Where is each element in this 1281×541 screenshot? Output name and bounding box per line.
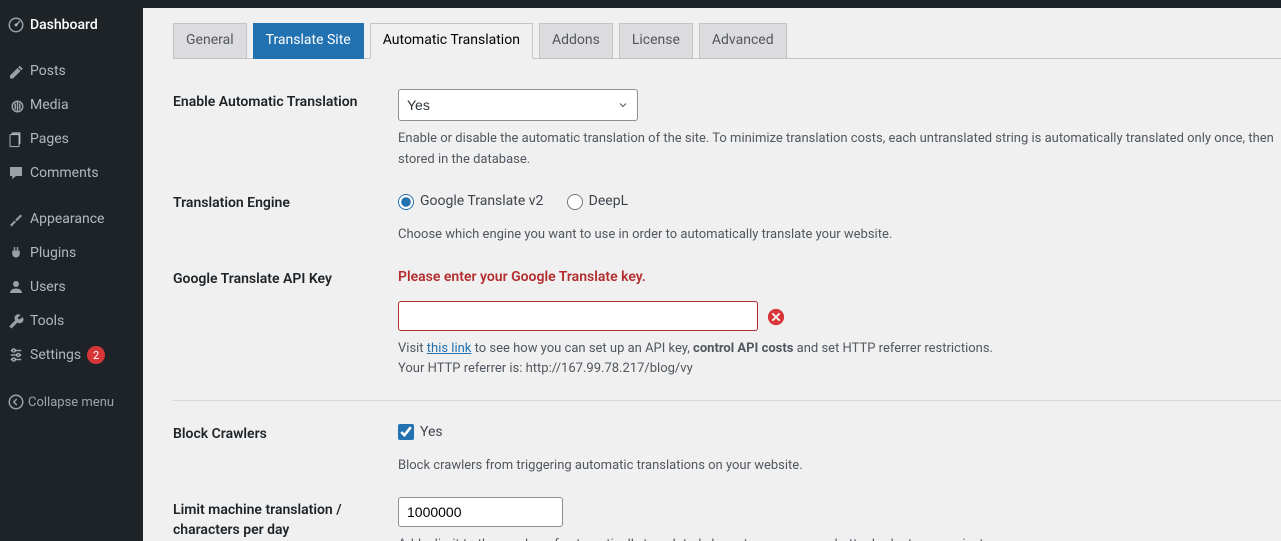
admin-sidebar: Dashboard Posts Media Pages Comments App… — [0, 8, 143, 541]
enable-desc: Enable or disable the automatic translat… — [398, 129, 1281, 171]
apikey-hint-link[interactable]: this link — [427, 341, 472, 356]
apikey-referrer: Your HTTP referrer is: http://167.99.78.… — [398, 361, 693, 376]
tab-automatic-translation[interactable]: Automatic Translation — [370, 23, 533, 59]
pages-icon — [4, 129, 28, 149]
tab-general[interactable]: General — [173, 23, 247, 59]
apikey-hint: Visit this link to see how you can set u… — [398, 339, 1281, 381]
sidebar-item-label: Settings — [30, 347, 81, 363]
engine-label: Translation Engine — [173, 190, 398, 214]
engine-option-deepl[interactable]: DeepL — [567, 190, 628, 212]
tab-advanced[interactable]: Advanced — [699, 23, 787, 59]
updates-badge: 2 — [87, 346, 105, 364]
sidebar-item-label: Plugins — [30, 245, 76, 261]
sidebar-item-label: Dashboard — [30, 17, 98, 33]
tabs: General Translate Site Automatic Transla… — [173, 8, 1281, 59]
block-option[interactable]: Yes — [398, 421, 443, 443]
tab-translate-site[interactable]: Translate Site — [253, 23, 364, 59]
users-icon — [4, 277, 28, 297]
limit-label: Limit machine translation / characters p… — [173, 497, 398, 540]
tab-addons[interactable]: Addons — [539, 23, 613, 59]
engine-radio-deepl[interactable] — [567, 194, 583, 210]
comments-icon — [4, 163, 28, 183]
apikey-input[interactable] — [398, 301, 758, 331]
sidebar-item-users[interactable]: Users — [0, 270, 143, 304]
sidebar-item-tools[interactable]: Tools — [0, 304, 143, 338]
sidebar-item-pages[interactable]: Pages — [0, 122, 143, 156]
sidebar-item-dashboard[interactable]: Dashboard — [0, 8, 143, 42]
engine-radio-google[interactable] — [398, 194, 414, 210]
sidebar-item-label: Comments — [30, 165, 99, 181]
enable-select[interactable]: Yes — [398, 89, 638, 121]
apikey-label: Google Translate API Key — [173, 266, 398, 290]
block-desc: Block crawlers from triggering automatic… — [398, 456, 1281, 477]
sidebar-item-media[interactable]: Media — [0, 88, 143, 122]
enable-label: Enable Automatic Translation — [173, 89, 398, 113]
admin-topbar — [0, 0, 1281, 8]
apikey-error: Please enter your Google Translate key. — [398, 266, 1281, 288]
sidebar-item-settings[interactable]: Settings 2 — [0, 338, 143, 372]
sidebar-item-posts[interactable]: Posts — [0, 54, 143, 88]
appearance-icon — [4, 209, 28, 229]
collapse-icon — [4, 392, 28, 412]
collapse-label: Collapse menu — [28, 395, 114, 410]
sidebar-item-comments[interactable]: Comments — [0, 156, 143, 190]
settings-form: Enable Automatic Translation Yes Enable … — [173, 89, 1281, 541]
collapse-menu[interactable]: Collapse menu — [0, 384, 143, 420]
tools-icon — [4, 311, 28, 331]
sidebar-item-label: Users — [30, 279, 66, 295]
settings-icon — [4, 345, 28, 365]
main-content: General Translate Site Automatic Transla… — [143, 8, 1281, 541]
engine-desc: Choose which engine you want to use in o… — [398, 225, 1281, 246]
media-icon — [4, 95, 28, 115]
row-engine: Translation Engine Google Translate v2 D… — [173, 190, 1281, 266]
sidebar-item-appearance[interactable]: Appearance — [0, 202, 143, 236]
dashboard-icon — [4, 15, 28, 35]
row-apikey: Google Translate API Key Please enter yo… — [173, 266, 1281, 401]
sidebar-item-label: Tools — [30, 313, 64, 329]
limit-desc: Add a limit to the number of automatical… — [398, 535, 1281, 541]
engine-option-google[interactable]: Google Translate v2 — [398, 190, 543, 212]
posts-icon — [4, 61, 28, 81]
sidebar-item-label: Appearance — [30, 211, 104, 227]
plugins-icon — [4, 243, 28, 263]
limit-input[interactable] — [398, 497, 563, 527]
row-block-crawlers: Block Crawlers Yes Block crawlers from t… — [173, 421, 1281, 497]
sidebar-item-label: Posts — [30, 63, 66, 79]
error-icon — [767, 308, 785, 326]
block-checkbox[interactable] — [398, 424, 414, 440]
row-limit: Limit machine translation / characters p… — [173, 497, 1281, 541]
tab-license[interactable]: License — [619, 23, 693, 59]
block-label: Block Crawlers — [173, 421, 398, 445]
row-enable: Enable Automatic Translation Yes Enable … — [173, 89, 1281, 191]
sidebar-item-label: Pages — [30, 131, 69, 147]
sidebar-item-plugins[interactable]: Plugins — [0, 236, 143, 270]
sidebar-item-label: Media — [30, 97, 69, 113]
